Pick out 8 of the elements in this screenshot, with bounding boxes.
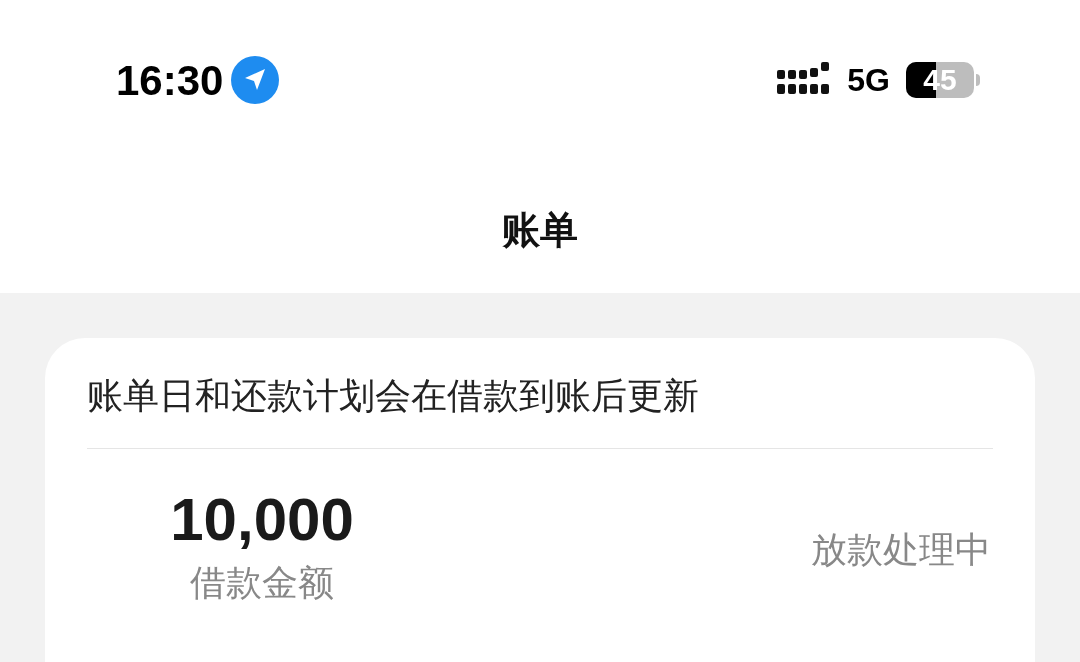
status-text: 放款处理中 [811, 528, 991, 572]
network-label: 5G [847, 61, 890, 100]
time: 16:30 [116, 55, 224, 106]
notice-text: 账单日和还款计划会在借款到账后更新 [87, 374, 700, 418]
page-title: 账单 [502, 208, 578, 253]
loan-amount: 10,000 [170, 485, 354, 555]
amount-label: 借款金额 [190, 561, 334, 605]
location-icon [231, 56, 280, 104]
